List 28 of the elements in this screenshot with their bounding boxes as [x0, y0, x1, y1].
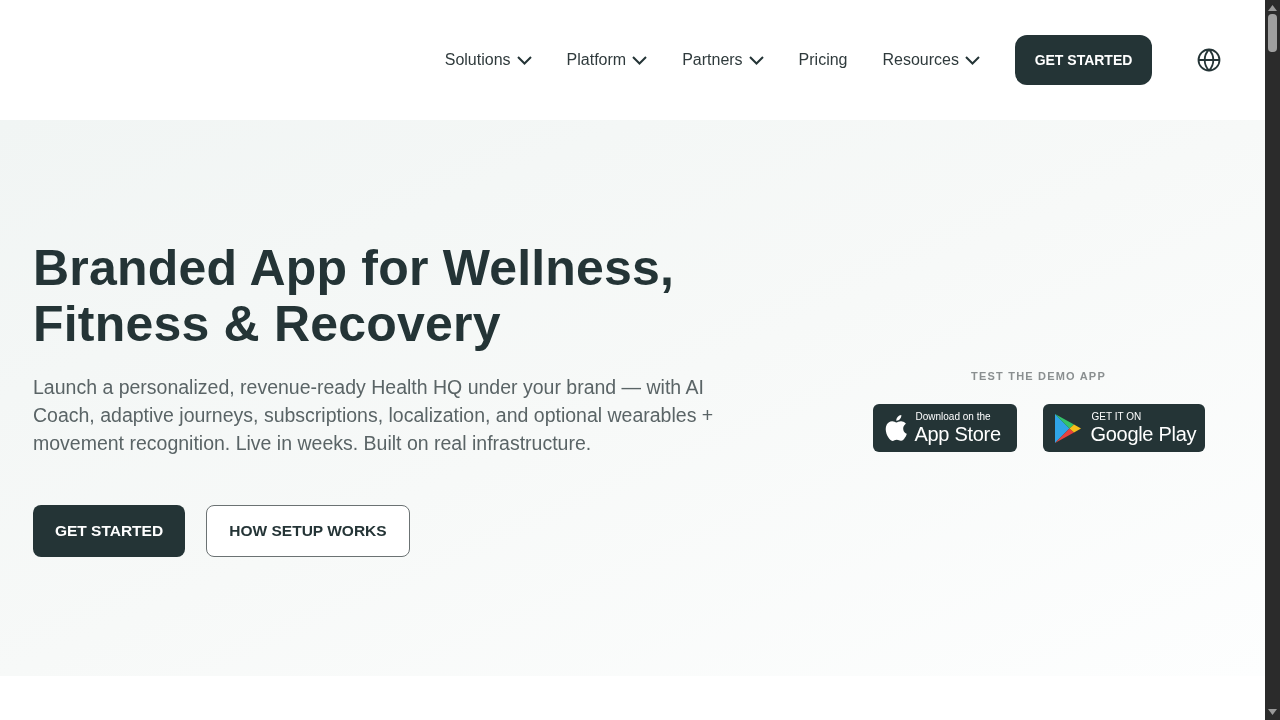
apple-icon — [884, 415, 907, 442]
badge-caption: GET IT ON — [1091, 412, 1143, 423]
scroll-down-arrow-icon[interactable] — [1268, 709, 1277, 715]
get-started-button[interactable]: GET STARTED — [33, 504, 185, 557]
chevron-down-icon — [965, 55, 980, 65]
scroll-up-arrow-icon[interactable] — [1268, 5, 1277, 11]
nav-dropdown[interactable]: Resources — [882, 48, 980, 72]
app-store-badge[interactable]: Download on the App Store — [872, 404, 1017, 453]
scrollbar-thumb[interactable] — [1268, 14, 1277, 52]
chevron-down-icon — [516, 55, 532, 65]
demo-label: TEST THE DEMO APP — [971, 368, 1106, 384]
nav-dropdown[interactable]: Platform — [566, 48, 648, 72]
scrollbar[interactable] — [1265, 0, 1280, 720]
nav-dropdown[interactable]: Solutions — [444, 48, 532, 72]
play-triangle-icon — [1053, 412, 1082, 444]
store-name: Google Play — [1090, 424, 1197, 445]
google-play-badge[interactable]: GET IT ON Google Play — [1042, 404, 1205, 453]
nav-link[interactable]: Pricing — [798, 48, 848, 72]
get-started-button[interactable]: GET STARTED — [1015, 35, 1152, 85]
chevron-down-icon — [748, 55, 764, 65]
chevron-down-icon — [632, 55, 648, 65]
badge-caption: Download on the — [915, 412, 992, 423]
globe-icon[interactable] — [1197, 48, 1221, 72]
how-setup-works-button[interactable]: HOW SETUP WORKS — [206, 504, 410, 557]
nav-dropdown[interactable]: Partners — [682, 48, 764, 72]
hero-description: Launch a personalized, revenue-ready Health HQ under your brand — with AI Coach, adaptive journeys, subscriptions, localization, and optional wearables + movement recognition. Live in weeks. Built on real infrastructure. — [33, 374, 715, 456]
store-name: App Store — [914, 424, 1001, 445]
hero-heading: Branded App for Wellness, Fitness & Recovery — [33, 239, 676, 352]
